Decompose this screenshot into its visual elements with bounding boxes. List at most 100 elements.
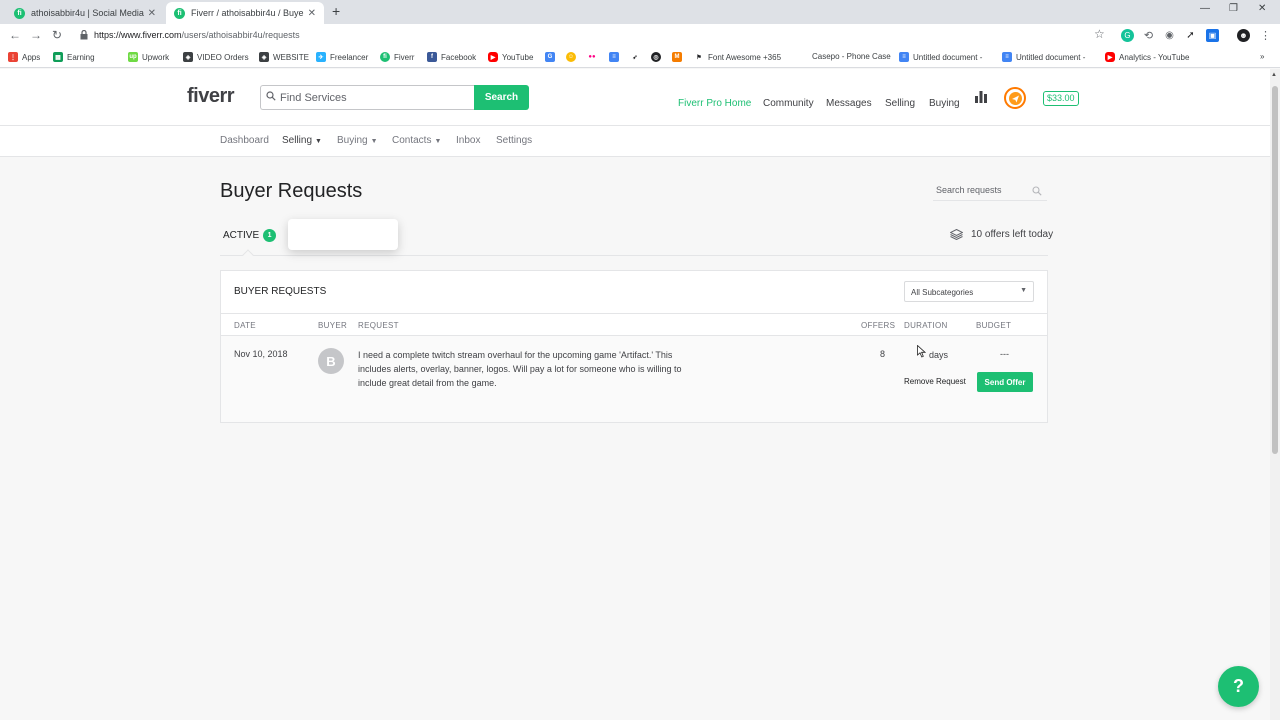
menu-dots-icon[interactable]: ⋮ xyxy=(1259,29,1272,42)
request-offers: 8 xyxy=(880,349,886,359)
bookmark-bird[interactable]: ➶ xyxy=(630,52,644,62)
m-icon: M xyxy=(672,52,682,62)
balance-badge[interactable]: $33.00 xyxy=(1043,91,1079,106)
browser-tab-title: athoisabbir4u | Social Media Des xyxy=(31,8,144,18)
subnav-label: Contacts xyxy=(392,135,432,146)
subnav-settings[interactable]: Settings xyxy=(496,135,532,146)
find-services-input[interactable] xyxy=(260,85,475,110)
back-icon[interactable]: ← xyxy=(9,28,21,42)
close-window-icon[interactable]: ✕ xyxy=(1258,3,1266,14)
subnav-inbox[interactable]: Inbox xyxy=(456,135,480,146)
search-button[interactable]: Search xyxy=(474,85,529,110)
bookmark-smiley[interactable]: ☺ xyxy=(566,52,580,62)
subnav-label: Buying xyxy=(337,135,368,146)
bookmark-facebook[interactable]: f Facebook xyxy=(427,52,476,62)
nav-selling[interactable]: Selling xyxy=(885,98,915,109)
search-requests-input[interactable]: Search requests xyxy=(933,183,1047,201)
bookmark-flickr[interactable]: ●● xyxy=(587,52,601,62)
bookmark-label: WEBSITE xyxy=(273,52,310,62)
bookmark-label: Facebook xyxy=(441,52,477,62)
subnav-dashboard[interactable]: Dashboard xyxy=(220,135,269,146)
bookmark-upwork[interactable]: up Upwork xyxy=(128,52,169,62)
bookmark-label: YouTube xyxy=(502,52,534,62)
more-bookmarks-icon[interactable]: » xyxy=(1260,52,1264,61)
bookmark-docs[interactable]: ≡ xyxy=(609,52,623,62)
search-icon[interactable] xyxy=(1032,186,1042,196)
subcategory-select[interactable]: All Subcategories ▼ xyxy=(904,281,1034,302)
help-button[interactable]: ? xyxy=(1218,666,1259,707)
bookmark-m[interactable]: M xyxy=(672,52,686,62)
analytics-bars-icon[interactable] xyxy=(975,91,987,103)
nav-fiverr-pro-home[interactable]: Fiverr Pro Home xyxy=(678,98,751,109)
window-extension-icon[interactable]: ▣ xyxy=(1206,29,1219,42)
shield-icon: ◈ xyxy=(183,52,193,62)
url-host: https://www.fiverr.com xyxy=(94,30,182,40)
browser-tab-2[interactable]: fi Fiverr / athoisabbir4u / Buyer Re ✕ xyxy=(166,2,324,24)
bookmark-translate[interactable]: G xyxy=(545,52,559,62)
bookmark-label: Upwork xyxy=(142,52,170,62)
bookmark-label: Font Awesome +365 xyxy=(708,52,782,62)
bookmark-untitled-2[interactable]: ≡ Untitled document - xyxy=(1002,52,1085,62)
bookmark-earning[interactable]: ▦ Earning xyxy=(53,52,95,62)
fiverr-favicon-icon: fi xyxy=(174,7,185,19)
new-tab-icon[interactable]: + xyxy=(332,3,340,19)
bookmark-website[interactable]: ◈ WEBSITE xyxy=(259,52,309,62)
facebook-icon: f xyxy=(427,52,437,62)
bookmark-label: Fiverr xyxy=(394,52,415,62)
layers-icon xyxy=(950,229,963,240)
subnav-contacts[interactable]: Contacts ▼ xyxy=(392,135,441,146)
browser-tab-1[interactable]: fi athoisabbir4u | Social Media Des ✕ xyxy=(6,2,164,24)
bookmark-fiverr[interactable]: fi Fiverr xyxy=(380,52,414,62)
bookmark-video-orders[interactable]: ◈ VIDEO Orders xyxy=(183,52,249,62)
bookmark-font-awesome[interactable]: ⚑ Font Awesome +365 xyxy=(694,52,781,62)
url-path: /users/athoisabbir4u/requests xyxy=(181,30,300,40)
bookmark-untitled-1[interactable]: ≡ Untitled document - xyxy=(899,52,982,62)
bookmark-casepo[interactable]: Casepo - Phone Case xyxy=(812,52,891,61)
mouse-cursor-icon xyxy=(917,345,926,358)
star-bookmark-icon[interactable]: ☆ xyxy=(1094,27,1105,41)
offers-left-label: 10 offers left today xyxy=(971,229,1054,240)
paper-plane-icon xyxy=(1008,91,1022,105)
grammarly-extension-icon[interactable]: G xyxy=(1121,29,1134,42)
scrollbar-thumb[interactable] xyxy=(1272,86,1278,454)
nav-messages[interactable]: Messages xyxy=(826,98,872,109)
fiverr-logo[interactable]: fiverr xyxy=(187,85,235,108)
forward-icon[interactable]: → xyxy=(30,28,42,42)
bookmark-circle[interactable]: ◎ xyxy=(651,52,665,62)
close-tab-icon[interactable]: ✕ xyxy=(148,8,156,19)
scroll-up-icon[interactable]: ▲ xyxy=(1271,72,1277,78)
col-budget: BUDGET xyxy=(976,321,1012,330)
subnav-selling[interactable]: Selling ▼ xyxy=(282,135,322,146)
close-tab-icon[interactable]: ✕ xyxy=(308,8,316,19)
nav-community[interactable]: Community xyxy=(763,98,814,109)
bookmark-label: Apps xyxy=(22,52,41,62)
subcategory-value: All Subcategories xyxy=(911,288,974,297)
bookmark-youtube[interactable]: ▶ YouTube xyxy=(488,52,533,62)
youtube-icon: ▶ xyxy=(1105,52,1115,62)
header-search: Search xyxy=(260,85,529,110)
restore-icon[interactable]: ❐ xyxy=(1229,3,1238,14)
nav-buying[interactable]: Buying xyxy=(929,98,960,109)
reload-icon[interactable]: ↻ xyxy=(52,28,62,42)
bookmark-apps[interactable]: ⋮ Apps xyxy=(8,52,40,62)
tab-active[interactable]: ACTIVE 1 xyxy=(223,229,277,242)
subnav-buying[interactable]: Buying ▼ xyxy=(337,135,378,146)
pointer-extension-icon[interactable]: ➚ xyxy=(1184,29,1197,42)
chevron-down-icon: ▼ xyxy=(434,138,442,145)
url-field[interactable]: https://www.fiverr.com/users/athoisabbir… xyxy=(94,30,300,40)
remove-request-link[interactable]: Remove Request xyxy=(904,377,966,386)
active-tab-pointer xyxy=(242,249,254,261)
bookmarks-bar: ⋮ Apps ▦ Earning up Upwork ◈ VIDEO Orders ◈ W… xyxy=(0,48,1280,68)
bookmark-analytics[interactable]: ▶ Analytics - YouTube xyxy=(1105,52,1189,62)
camera-extension-icon[interactable]: ◉ xyxy=(1163,29,1176,42)
user-avatar[interactable] xyxy=(1004,87,1026,109)
send-offer-button[interactable]: Send Offer xyxy=(977,372,1033,392)
minimize-icon[interactable]: — xyxy=(1200,3,1210,14)
col-duration: DURATION xyxy=(904,321,948,330)
profile-avatar-icon[interactable]: ☻ xyxy=(1237,29,1250,42)
docs-icon: ≡ xyxy=(1002,52,1012,62)
history-extension-icon[interactable]: ⟲ xyxy=(1142,29,1155,42)
bookmark-freelancer[interactable]: ✈ Freelancer xyxy=(316,52,368,62)
buyer-avatar[interactable]: B xyxy=(318,348,344,374)
flickr-icon: ●● xyxy=(587,52,597,62)
